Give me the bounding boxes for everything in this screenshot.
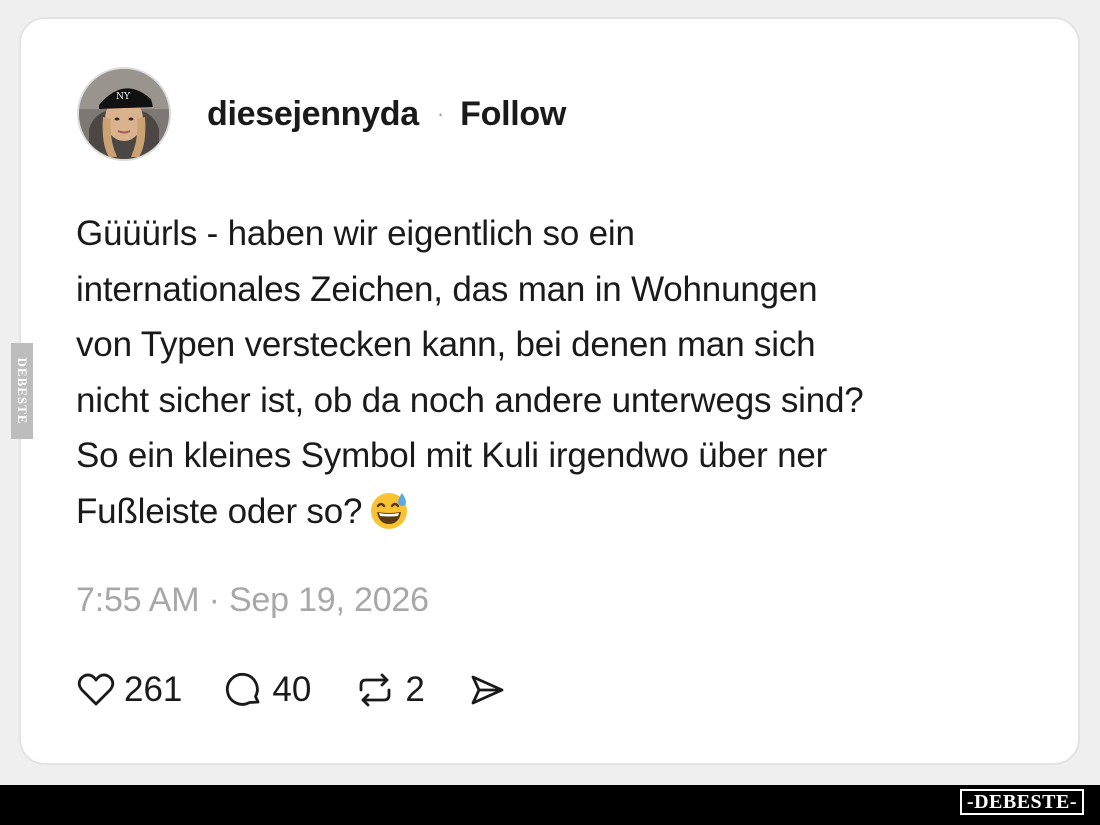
share-button[interactable]	[467, 670, 507, 710]
bottom-bar: -DEBESTE-	[0, 785, 1100, 825]
post-text-line: nicht sicher ist, ob da noch andere unte…	[76, 380, 864, 420]
side-watermark: DEBESTE	[11, 343, 33, 439]
post-text-last-line: Fußleiste oder so?	[76, 484, 1036, 540]
grinning-sweat-emoji-icon	[371, 492, 408, 529]
action-bar: 261 40 2	[76, 667, 507, 713]
post-text-line: Fußleiste oder so?	[76, 491, 363, 531]
post-text-line: von Typen verstecken kann, bei denen man…	[76, 325, 816, 364]
repost-icon	[359, 673, 391, 707]
avatar-image: NY	[79, 69, 169, 159]
post-text: Güüürls - haben wir eigentlich so ein in…	[76, 206, 1036, 539]
post-text-line: Güüürls - haben wir eigentlich so ein	[76, 214, 635, 253]
comment-count: 40	[272, 670, 312, 709]
post-timestamp: 7:55 AM · Sep 19, 2026	[76, 581, 429, 619]
like-button[interactable]: 261	[76, 670, 182, 710]
avatar[interactable]: NY	[77, 67, 171, 161]
comment-bubble-icon	[226, 672, 260, 706]
heart-icon	[77, 673, 115, 706]
like-count: 261	[124, 670, 183, 709]
post-card: NY diesejennyda · Follow Güüürls - haben…	[19, 17, 1080, 765]
svg-text:NY: NY	[116, 92, 131, 102]
send-icon	[471, 675, 504, 705]
watermark-logo: -DEBESTE-	[959, 789, 1084, 815]
separator-dot: ·	[436, 101, 445, 126]
follow-button[interactable]: Follow	[460, 95, 566, 134]
post-text-line: internationales Zeichen, das man in Wohn…	[76, 269, 818, 309]
repost-button[interactable]: 2	[353, 670, 425, 710]
comment-button[interactable]: 40	[224, 670, 311, 710]
username[interactable]: diesejennyda	[207, 95, 419, 134]
post-text-line: So ein kleines Symbol mit Kuli irgendwo …	[76, 436, 828, 475]
side-watermark-text: DEBESTE	[15, 357, 30, 425]
repost-count: 2	[405, 670, 425, 709]
post-header: NY diesejennyda · Follow	[77, 66, 566, 162]
